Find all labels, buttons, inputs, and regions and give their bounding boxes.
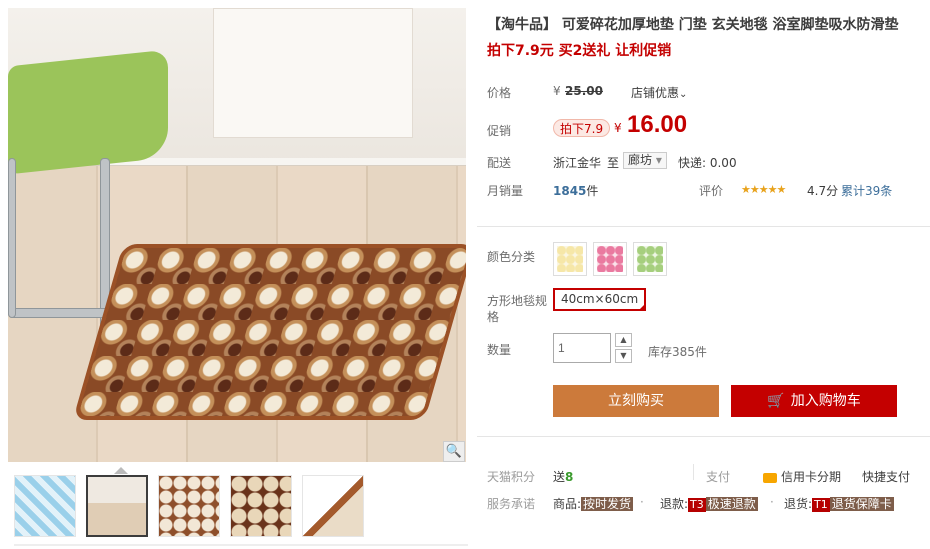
service-return[interactable]: 退货: T1 退货保障卡 bbox=[784, 495, 894, 512]
monthly-sales: 1845件 bbox=[553, 182, 598, 199]
points-label: 天猫积分 bbox=[487, 470, 536, 484]
size-option-selected[interactable]: 40cm×60cm bbox=[553, 288, 647, 311]
select-arrow-icon: ▾ bbox=[655, 153, 662, 167]
photo-chair-leg bbox=[8, 158, 16, 318]
goods-tag: 按时发货 bbox=[581, 497, 634, 511]
destination-value: 廊坊 bbox=[628, 153, 653, 167]
promo-tag: 拍下7.9 bbox=[553, 119, 611, 137]
quick-pay[interactable]: 快捷支付 bbox=[862, 468, 910, 485]
points-value: 送8 bbox=[553, 468, 573, 485]
color-swatch-pink[interactable] bbox=[593, 242, 627, 276]
original-price: 25.00 bbox=[565, 84, 603, 98]
chevron-down-icon: ⌄ bbox=[679, 89, 688, 100]
qty-decrease-icon[interactable]: ▼ bbox=[615, 349, 632, 363]
review-count-link[interactable]: 累计39条 bbox=[841, 182, 892, 199]
color-swatch-yellow[interactable] bbox=[553, 242, 587, 276]
divider bbox=[477, 436, 930, 437]
thumbnail-2[interactable] bbox=[86, 475, 148, 537]
product-subtitle: 拍下7.9元 买2送礼 让利促销 bbox=[487, 43, 672, 59]
dot-separator: · bbox=[770, 495, 774, 509]
points-row: 天猫积分 bbox=[487, 468, 535, 485]
thumb-pointer bbox=[114, 467, 128, 474]
shipping-label: 配送 bbox=[487, 156, 512, 170]
shipping-fee: 快递: 0.00 bbox=[678, 156, 737, 170]
thumb-divider bbox=[14, 544, 468, 546]
photo-wall-panel bbox=[213, 8, 413, 138]
return-label: 退货: bbox=[784, 497, 813, 511]
dot-separator: · bbox=[640, 495, 644, 509]
refund-label: 退款: bbox=[660, 497, 689, 511]
thumbnail-1[interactable] bbox=[14, 475, 76, 537]
service-row: 服务承诺 bbox=[487, 495, 535, 512]
zoom-icon[interactable]: 🔍 bbox=[443, 441, 465, 462]
quantity-input[interactable] bbox=[553, 333, 611, 363]
add-to-cart-button[interactable]: 🛒 加入购物车 bbox=[731, 385, 897, 417]
color-label: 颜色分类 bbox=[487, 250, 536, 264]
monthly-sales-unit: 件 bbox=[586, 184, 599, 198]
shop-discount-label: 店铺优惠 bbox=[631, 86, 680, 100]
refund-tag: 极速退款 bbox=[705, 497, 758, 511]
photo-rug bbox=[72, 244, 466, 420]
shipping-from: 浙江金华 bbox=[553, 156, 602, 170]
thumbnail-4[interactable] bbox=[230, 475, 292, 537]
rating-score: 4.7分 bbox=[807, 184, 839, 198]
qty-increase-icon[interactable]: ▲ bbox=[615, 333, 632, 347]
rating-label: 评价 bbox=[699, 184, 724, 198]
selected-check-icon bbox=[638, 303, 647, 311]
main-product-image[interactable] bbox=[8, 8, 466, 462]
pay-label: 支付 bbox=[706, 470, 731, 484]
credit-installment[interactable]: 信用卡分期 bbox=[763, 468, 841, 485]
return-code: T1 bbox=[812, 498, 830, 512]
points-num: 8 bbox=[565, 470, 574, 484]
vertical-divider bbox=[693, 464, 694, 480]
points-prefix: 送 bbox=[553, 470, 566, 484]
monthly-sales-count: 1845 bbox=[553, 184, 587, 198]
quantity-label: 数量 bbox=[487, 343, 512, 357]
refund-code: T3 bbox=[688, 498, 706, 512]
destination-select[interactable]: 廊坊 ▾ bbox=[623, 152, 667, 169]
thumbnail-5[interactable] bbox=[302, 475, 364, 537]
monthly-sales-label: 月销量 bbox=[487, 184, 524, 198]
credit-label: 信用卡分期 bbox=[781, 470, 842, 484]
shop-discount-link[interactable]: 店铺优惠⌄ bbox=[631, 84, 687, 101]
service-goods[interactable]: 商品: 按时发货 bbox=[553, 495, 634, 512]
size-label: 方形地毯规格 bbox=[487, 294, 548, 324]
promise-label: 服务承诺 bbox=[487, 497, 536, 511]
service-refund[interactable]: 退款: T3 极速退款 bbox=[660, 495, 758, 512]
return-tag: 退货保障卡 bbox=[829, 497, 894, 511]
divider bbox=[477, 226, 930, 227]
photo-chair-seat bbox=[8, 49, 168, 175]
buy-now-button[interactable]: 立刻购买 bbox=[553, 385, 719, 417]
thumbnail-strip bbox=[14, 475, 364, 537]
color-swatch-green[interactable] bbox=[633, 242, 667, 276]
add-to-cart-label: 加入购物车 bbox=[790, 393, 861, 409]
promo-label: 促销 bbox=[487, 124, 512, 138]
promo-price: 16.00 bbox=[627, 111, 688, 138]
price-label: 价格 bbox=[487, 86, 512, 100]
cart-icon: 🛒 bbox=[767, 393, 785, 409]
size-value: 40cm×60cm bbox=[561, 292, 639, 306]
stock-count: 库存385件 bbox=[648, 345, 707, 359]
promo-currency: ¥ bbox=[614, 121, 622, 135]
product-title: 【淘牛品】 可爱碎花加厚地垫 门垫 玄关地毯 浴室脚垫吸水防滑垫 bbox=[487, 17, 899, 33]
credit-card-icon bbox=[763, 472, 777, 483]
shipping-to-word: 至 bbox=[607, 156, 620, 170]
goods-label: 商品: bbox=[553, 497, 582, 511]
currency-symbol: ¥ bbox=[553, 84, 561, 98]
thumbnail-3[interactable] bbox=[158, 475, 220, 537]
rating-stars-icon: ★★★★★ bbox=[741, 183, 786, 196]
